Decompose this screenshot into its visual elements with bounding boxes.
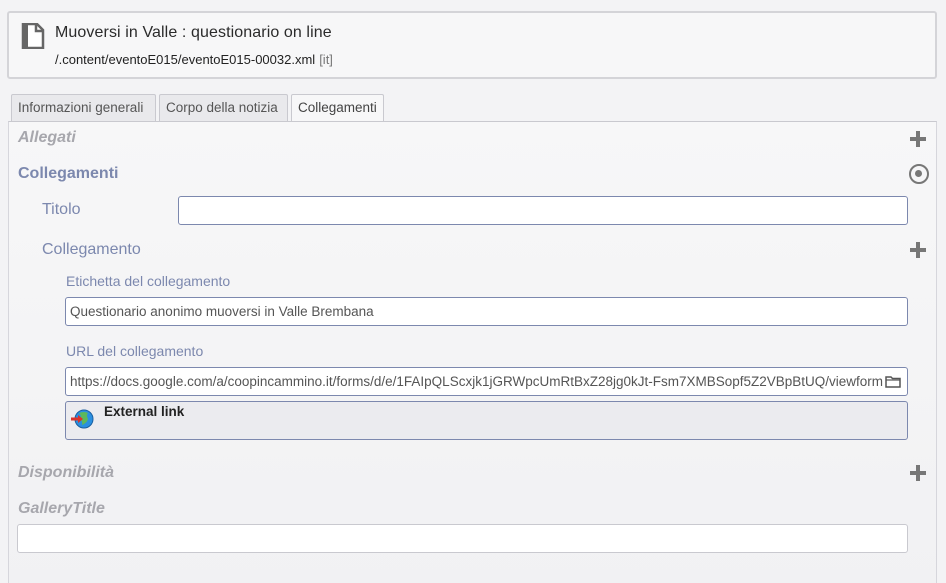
resource-header: Muoversi in Valle : questionario on line…: [7, 11, 937, 79]
folder-icon[interactable]: [885, 375, 901, 388]
titolo-input[interactable]: [178, 196, 908, 225]
gallery-title-label: GalleryTitle: [18, 500, 105, 517]
titolo-label: Titolo: [42, 201, 81, 218]
add-collegamento-plus-icon[interactable]: [909, 241, 927, 259]
link-type-label: External link: [104, 404, 185, 419]
resource-path-text: /.content/eventoE015/eventoE015-00032.xm…: [55, 52, 316, 67]
tab-informazioni-generali[interactable]: Informazioni generali: [11, 94, 156, 121]
page-title: Muoversi in Valle : questionario on line: [55, 24, 332, 41]
tab-corpo-della-notizia[interactable]: Corpo della notizia: [159, 94, 288, 121]
section-collegamenti-label: Collegamenti: [18, 165, 119, 182]
resource-path: /.content/eventoE015/eventoE015-00032.xm…: [55, 52, 333, 67]
link-type-box: External link: [65, 401, 908, 440]
globe-link-icon: [71, 409, 94, 429]
section-allegati-label: Allegati: [18, 129, 76, 146]
document-icon: [21, 23, 45, 49]
gallery-title-input[interactable]: [17, 524, 908, 553]
section-disponibilita-label: Disponibilità: [18, 464, 114, 481]
collegamenti-options-target-icon[interactable]: [909, 164, 929, 184]
url-input[interactable]: https://docs.google.com/a/coopincammino.…: [65, 367, 908, 396]
collegamento-label: Collegamento: [42, 241, 141, 258]
add-allegati-plus-icon[interactable]: [909, 130, 927, 148]
locale-badge: [it]: [319, 52, 333, 67]
url-label: URL del collegamento: [66, 343, 204, 359]
etichetta-label: Etichetta del collegamento: [66, 273, 231, 289]
etichetta-input[interactable]: Questionario anonimo muoversi in Valle B…: [65, 297, 908, 326]
add-disponibilita-plus-icon[interactable]: [909, 464, 927, 482]
tab-collegamenti[interactable]: Collegamenti: [291, 94, 384, 122]
